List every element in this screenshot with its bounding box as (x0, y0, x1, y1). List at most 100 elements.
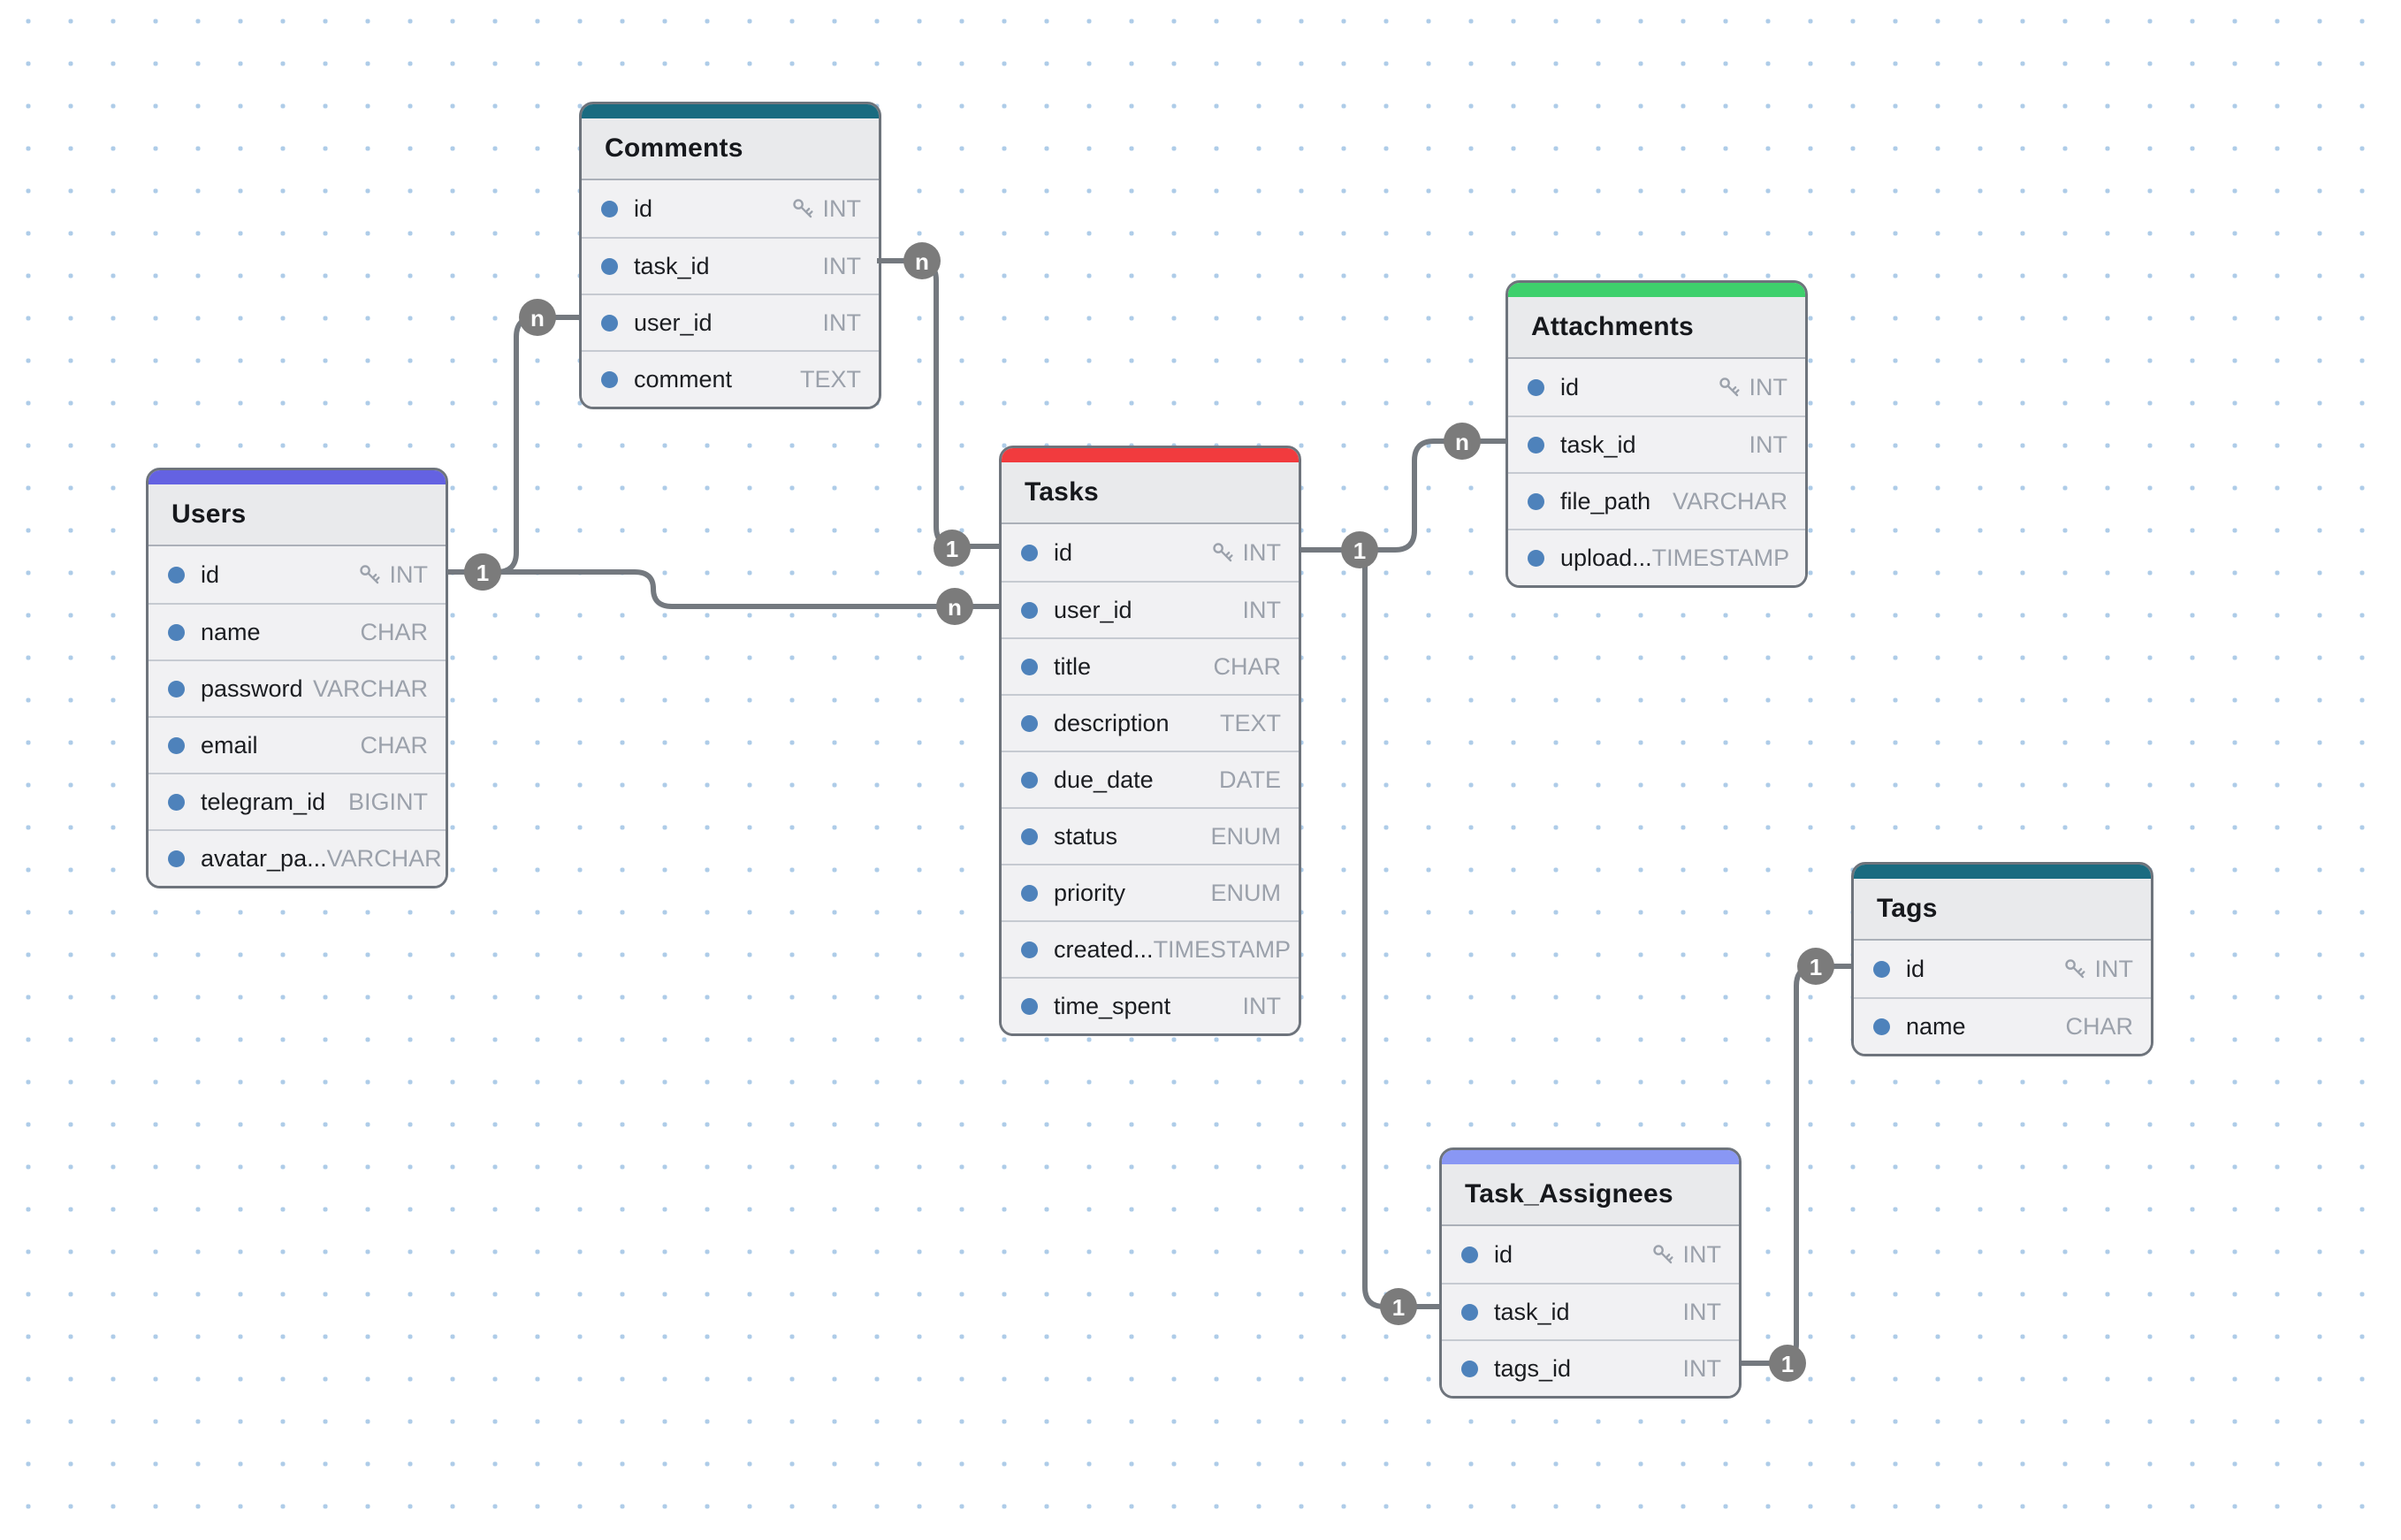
field-name: created... (1054, 936, 1154, 964)
cardinality-label: n (530, 305, 545, 332)
field-row-task_id[interactable]: task_id INT (1442, 1283, 1739, 1339)
field-row-description[interactable]: descriptionTEXT (1002, 694, 1299, 751)
field-row-tags_id[interactable]: tags_idINT (1442, 1339, 1739, 1396)
table-tasks[interactable]: TasksidINTuser_idINTtitleCHARdescription… (999, 446, 1301, 1036)
field-name: time_spent (1054, 993, 1170, 1020)
table-task_assignees[interactable]: Task_AssigneesidINTtask_idINTtags_idINT (1439, 1147, 1742, 1399)
field-row-id[interactable]: id INT (149, 546, 446, 603)
field-row-file_path[interactable]: file_pathVARCHAR (1508, 472, 1805, 529)
field-row-created[interactable]: created...TIMESTAMP (1002, 920, 1299, 977)
field-name: avatar_pa... (201, 845, 327, 873)
field-name: task_id (634, 253, 710, 280)
field-type: TIMESTAMP (1154, 936, 1292, 964)
field-type: VARCHAR (1673, 488, 1787, 515)
field-row-name[interactable]: nameCHAR (1854, 997, 2151, 1054)
field-indicator-dot (168, 794, 185, 811)
primary-key-icon (1651, 1243, 1675, 1267)
field-type: VARCHAR (327, 845, 442, 873)
table-header-color-bar (1442, 1150, 1739, 1164)
field-type: TEXT (1220, 710, 1281, 737)
field-row-priority[interactable]: priorityENUM (1002, 864, 1299, 920)
field-name: task_id (1494, 1299, 1570, 1326)
cardinality-bubble (1797, 948, 1834, 985)
relationship-line (1301, 441, 1505, 550)
field-indicator-dot (1461, 1304, 1478, 1321)
field-type-group: TEXT (800, 366, 861, 393)
field-row-comment[interactable]: commentTEXT (582, 350, 879, 407)
relationship-line (877, 261, 999, 546)
field-name: user_id (634, 309, 713, 337)
primary-key-icon (1718, 376, 1742, 400)
field-row-user_id[interactable]: user_idINT (582, 294, 879, 350)
field-name: priority (1054, 880, 1125, 907)
field-row-id[interactable]: idINT (1508, 359, 1805, 415)
field-indicator-dot (1461, 1361, 1478, 1377)
field-row-title[interactable]: titleCHAR (1002, 637, 1299, 694)
field-type-group: INT (791, 195, 862, 223)
field-type: INT (390, 561, 429, 589)
field-indicator-dot (1528, 550, 1544, 567)
primary-key-icon (358, 563, 382, 587)
field-row-email[interactable]: emailCHAR (149, 716, 446, 773)
field-type-group: INT (358, 561, 429, 589)
field-row-user_id[interactable]: user_idINT (1002, 581, 1299, 637)
field-row-time_spent[interactable]: time_spentINT (1002, 977, 1299, 1033)
field-indicator-dot (1528, 437, 1544, 454)
diagram-canvas[interactable]: CommentsidINTtask_idINTuser_idINTcomment… (0, 0, 2401, 1540)
field-row-id[interactable]: idINT (582, 180, 879, 237)
field-type-group: TIMESTAMP (1154, 936, 1292, 964)
field-indicator-dot (1021, 659, 1038, 675)
field-row-upload[interactable]: upload...TIMESTAMP (1508, 529, 1805, 585)
field-type-group: INT (2063, 956, 2134, 983)
field-name: id (201, 561, 219, 589)
table-header-color-bar (1508, 283, 1805, 297)
field-type-group: VARCHAR (327, 845, 442, 873)
table-comments[interactable]: CommentsidINTtask_idINTuser_idINTcomment… (579, 102, 881, 409)
table-title: Tasks (1002, 462, 1299, 524)
field-type: CHAR (2065, 1013, 2133, 1041)
field-row-id[interactable]: idINT (1002, 524, 1299, 581)
field-indicator-dot (1021, 602, 1038, 619)
cardinality-bubble (1444, 423, 1481, 460)
primary-key-icon (1211, 541, 1235, 565)
table-title: Users (149, 484, 446, 546)
field-indicator-dot (1528, 379, 1544, 396)
field-row-avatar_pa[interactable]: avatar_pa...VARCHAR (149, 829, 446, 886)
field-row-name[interactable]: nameCHAR (149, 603, 446, 659)
relationship-line (1365, 562, 1439, 1307)
field-type: INT (1243, 597, 1282, 624)
field-row-status[interactable]: statusENUM (1002, 807, 1299, 864)
field-row-task_id[interactable]: task_idINT (1508, 415, 1805, 472)
cardinality-bubble (903, 242, 941, 279)
field-indicator-dot (601, 371, 618, 388)
field-type-group: DATE (1219, 766, 1281, 794)
field-row-password[interactable]: passwordVARCHAR (149, 659, 446, 716)
field-indicator-dot (1528, 493, 1544, 510)
field-name: id (1906, 956, 1925, 983)
table-attachments[interactable]: AttachmentsidINTtask_idINTfile_pathVARCH… (1505, 280, 1808, 588)
field-type-group: INT (1718, 374, 1788, 401)
cardinality-bubble (464, 553, 501, 591)
field-indicator-dot (168, 850, 185, 867)
field-row-id[interactable]: id INT (1854, 941, 2151, 997)
field-type-group: INT (1683, 1299, 1722, 1326)
field-type-group: VARCHAR (1673, 488, 1787, 515)
field-indicator-dot (1021, 715, 1038, 732)
cardinality-label: 1 (476, 560, 489, 586)
field-indicator-dot (1021, 942, 1038, 958)
table-header-color-bar (1002, 448, 1299, 462)
field-type: INT (1683, 1299, 1722, 1326)
table-users[interactable]: Users id INT nameCHARpasswordVARCHARemailCH… (146, 468, 448, 888)
field-row-task_id[interactable]: task_id INT (582, 237, 879, 294)
field-type: INT (823, 253, 862, 280)
table-tags[interactable]: Tags id INT nameCHAR (1851, 862, 2153, 1056)
field-row-due_date[interactable]: due_dateDATE (1002, 751, 1299, 807)
field-row-telegram_id[interactable]: telegram_idBIGINT (149, 773, 446, 829)
relationship-line (1742, 966, 1851, 1363)
field-indicator-dot (168, 737, 185, 754)
table-title: Tags (1854, 879, 2151, 941)
field-name: title (1054, 653, 1091, 681)
field-indicator-dot (601, 201, 618, 217)
field-row-id[interactable]: idINT (1442, 1226, 1739, 1283)
field-indicator-dot (601, 258, 618, 275)
